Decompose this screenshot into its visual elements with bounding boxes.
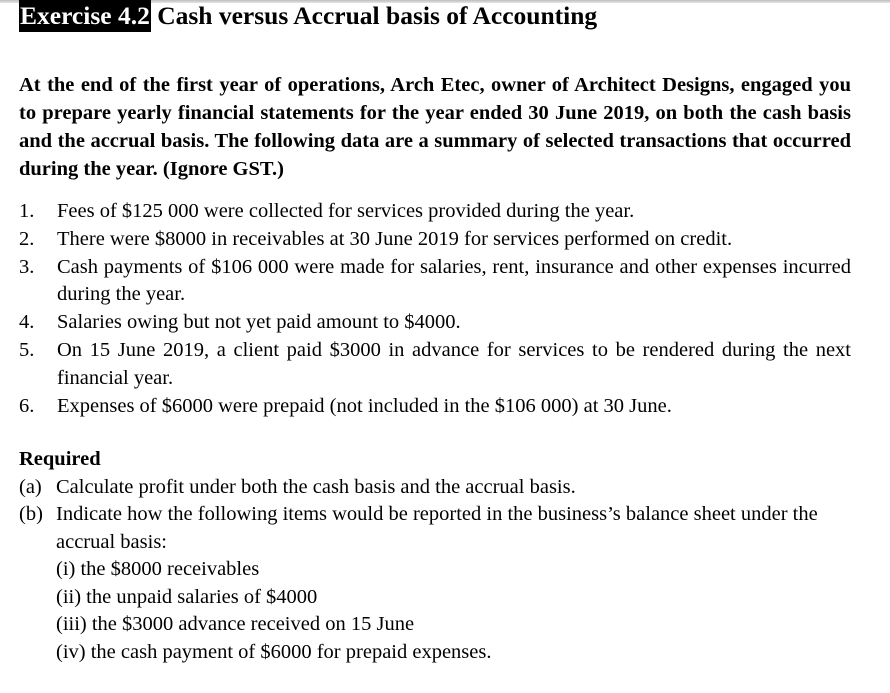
transaction-text: Fees of $125 000 were collected for serv…: [57, 200, 635, 222]
transaction-text: Expenses of $6000 were prepaid (not incl…: [57, 394, 672, 417]
transaction-item: 6. Expenses of $6000 were prepaid (not i…: [19, 393, 851, 421]
required-part-label: (a): [19, 475, 42, 498]
balance-sheet-items: (i) the $8000 receivables (ii) the unpai…: [19, 556, 851, 666]
transaction-item: 5. On 15 June 2019, a client paid $3000 …: [19, 337, 851, 393]
required-part: (a) Calculate profit under both the cash…: [19, 474, 851, 502]
intro-paragraph: At the end of the first year of operatio…: [19, 74, 851, 180]
transaction-text: On 15 June 2019, a client paid $3000 in …: [57, 338, 851, 389]
transaction-text: Salaries owing but not yet paid amount t…: [57, 311, 461, 334]
required-part-text: Calculate profit under both the cash bas…: [56, 475, 576, 498]
transaction-text: There were $8000 in receivables at 30 Ju…: [57, 227, 733, 250]
required-part-text: Indicate how the following items would b…: [56, 503, 818, 553]
balance-sheet-item: (iii) the $3000 advance received on 15 J…: [56, 613, 415, 635]
balance-sheet-item: (ii) the unpaid salaries of $4000: [56, 585, 318, 608]
exercise-heading: Cash versus Accrual basis of Accounting: [157, 1, 598, 30]
transaction-number: 4.: [19, 311, 35, 334]
transaction-item: 4. Salaries owing but not yet paid amoun…: [19, 309, 851, 337]
transaction-number: 3.: [19, 255, 35, 278]
transaction-item: 1. Fees of $125 000 were collected for s…: [19, 198, 851, 226]
exercise-title: Exercise 4.2 Cash versus Accrual basis o…: [19, 0, 597, 32]
transaction-number: 6.: [19, 394, 35, 417]
required-heading: Required: [19, 448, 101, 470]
balance-sheet-item: (iv) the cash payment of $6000 for prepa…: [56, 640, 492, 663]
transaction-item: 3. Cash payments of $106 000 were made f…: [19, 254, 851, 310]
required-section: Required (a) Calculate profit under both…: [19, 446, 851, 666]
transaction-item: 2. There were $8000 in receivables at 30…: [19, 226, 851, 254]
required-part-label: (b): [19, 503, 43, 525]
transaction-list: 1. Fees of $125 000 were collected for s…: [19, 198, 851, 420]
balance-sheet-item: (i) the $8000 receivables: [56, 558, 260, 580]
transaction-number: 5.: [19, 338, 35, 361]
transaction-text: Cash payments of $106 000 were made for …: [57, 255, 851, 306]
exercise-number-highlight: Exercise 4.2: [19, 0, 151, 32]
transaction-number: 2.: [19, 227, 35, 250]
transaction-number: 1.: [19, 200, 35, 222]
required-part: (b) Indicate how the following items wou…: [19, 501, 851, 556]
